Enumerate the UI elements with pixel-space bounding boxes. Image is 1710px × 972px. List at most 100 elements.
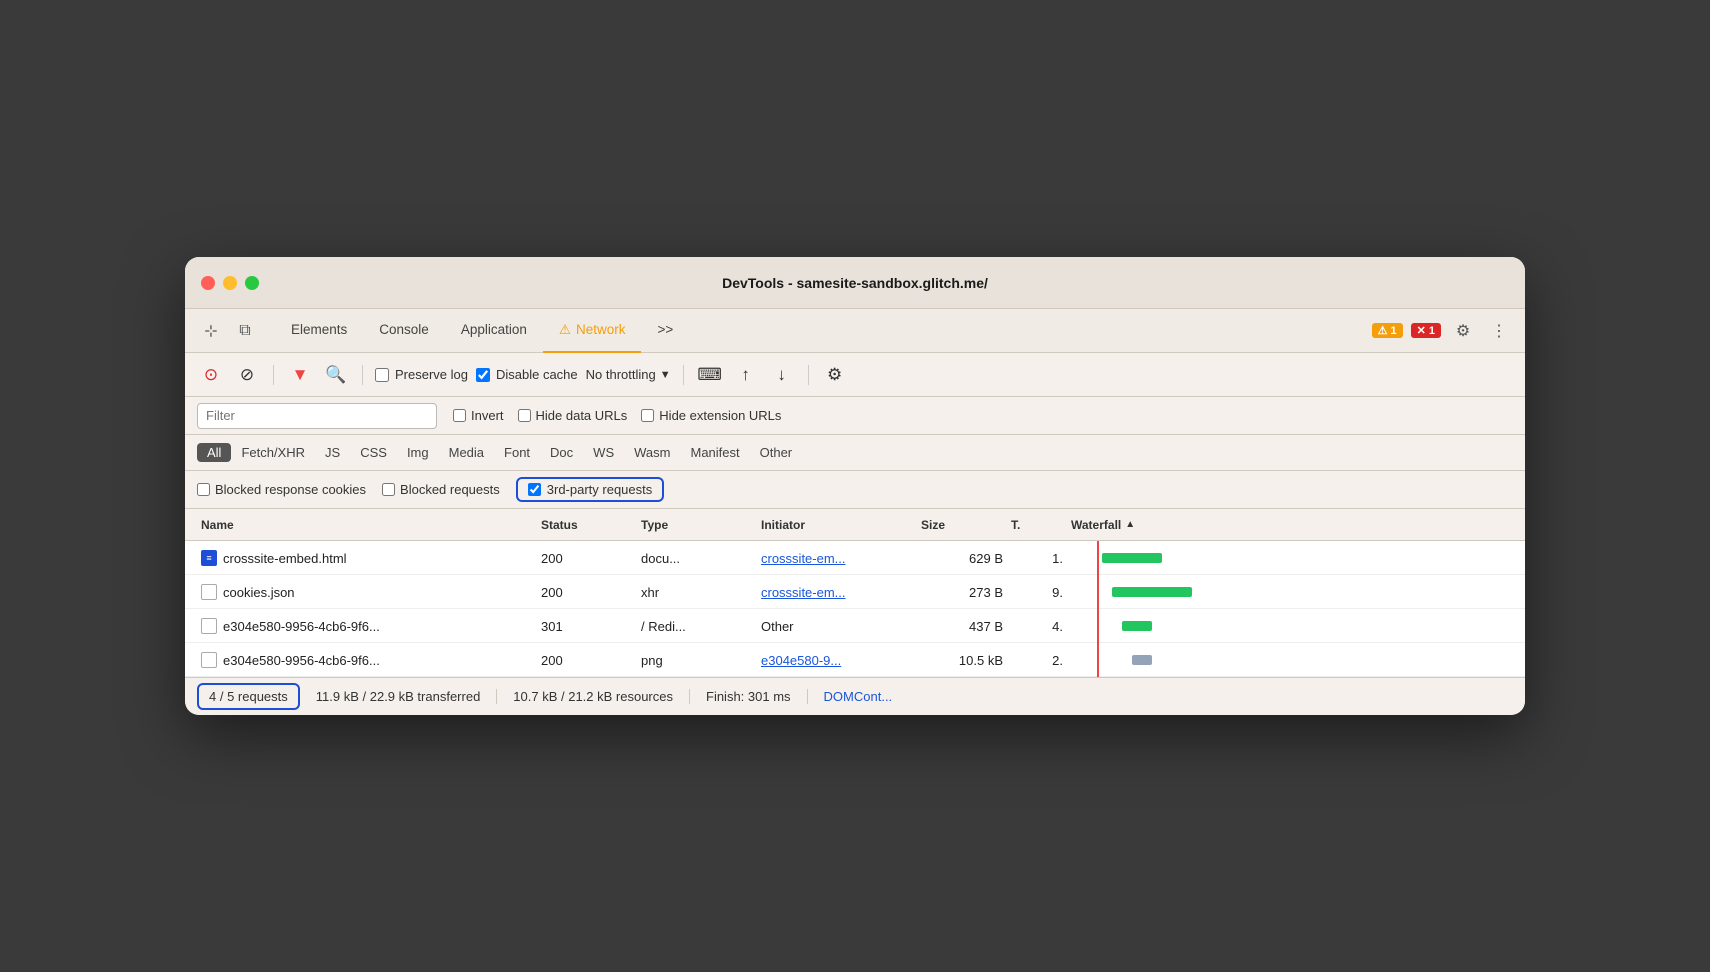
type-filter-all[interactable]: All (197, 443, 231, 462)
tab-bar-icons: ⊹ ⧉ (197, 317, 259, 345)
disable-cache-checkbox[interactable] (476, 368, 490, 382)
row-1-initiator[interactable]: crosssite-em... (757, 551, 917, 566)
table-row[interactable]: cookies.json 200 xhr crosssite-em... 273… (185, 575, 1525, 609)
disable-cache-label[interactable]: Disable cache (476, 367, 578, 382)
finish-time: Finish: 301 ms (706, 689, 808, 704)
device-toggle-icon[interactable]: ⧉ (231, 317, 259, 345)
preserve-log-label[interactable]: Preserve log (375, 367, 468, 382)
file-icon (201, 618, 217, 634)
inspect-icon[interactable]: ⊹ (197, 317, 225, 345)
hide-data-urls-label[interactable]: Hide data URLs (518, 408, 628, 423)
type-filter-media[interactable]: Media (439, 443, 494, 462)
tab-network[interactable]: ⚠ Network (543, 309, 642, 353)
blocked-row: Blocked response cookies Blocked request… (185, 471, 1525, 509)
th-status[interactable]: Status (537, 518, 637, 532)
th-initiator[interactable]: Initiator (757, 518, 917, 532)
dom-content: DOMCont... (824, 689, 909, 704)
row-2-type: xhr (637, 585, 757, 600)
type-filter-other[interactable]: Other (750, 443, 803, 462)
row-2-time: 9. (1007, 585, 1067, 600)
hide-data-urls-checkbox[interactable] (518, 409, 531, 422)
waterfall-line (1097, 643, 1099, 677)
throttle-caret-icon: ▼ (660, 369, 671, 381)
filter-input[interactable] (197, 403, 437, 429)
row-1-time: 1. (1007, 551, 1067, 566)
row-2-name: cookies.json (197, 584, 537, 600)
row-1-type: docu... (637, 551, 757, 566)
table-body: ≡ crosssite-embed.html 200 docu... cross… (185, 541, 1525, 677)
tab-more[interactable]: >> (641, 309, 689, 353)
row-2-size: 273 B (917, 585, 1007, 600)
waterfall-line (1097, 541, 1099, 575)
waterfall-bar (1102, 553, 1162, 563)
waterfall-bar (1112, 587, 1192, 597)
waterfall-line (1097, 609, 1099, 643)
th-size[interactable]: Size (917, 518, 1007, 532)
type-filter-js[interactable]: JS (315, 443, 350, 462)
file-icon (201, 584, 217, 600)
download-icon[interactable]: ↓ (768, 361, 796, 389)
search-button[interactable]: 🔍 (322, 361, 350, 389)
table-row[interactable]: ≡ crosssite-embed.html 200 docu... cross… (185, 541, 1525, 575)
filter-button[interactable]: ▼ (286, 361, 314, 389)
more-options-icon[interactable]: ⋮ (1485, 317, 1513, 345)
hide-extension-urls-label[interactable]: Hide extension URLs (641, 408, 781, 423)
type-filter-ws[interactable]: WS (583, 443, 624, 462)
invert-checkbox[interactable] (453, 409, 466, 422)
row-3-initiator: Other (757, 619, 917, 634)
stop-recording-button[interactable]: ⊙ (197, 361, 225, 389)
th-time[interactable]: T. (1007, 518, 1067, 532)
maximize-button[interactable] (245, 276, 259, 290)
row-4-time: 2. (1007, 653, 1067, 668)
th-waterfall[interactable]: Waterfall ▲ (1067, 518, 1513, 532)
type-filter-doc[interactable]: Doc (540, 443, 583, 462)
th-name[interactable]: Name (197, 518, 537, 532)
close-button[interactable] (201, 276, 215, 290)
third-party-requests-group: 3rd-party requests (516, 477, 665, 502)
type-filter-wasm[interactable]: Wasm (624, 443, 680, 462)
devtools-window: DevTools - samesite-sandbox.glitch.me/ ⊹… (185, 257, 1525, 715)
type-filter-font[interactable]: Font (494, 443, 540, 462)
separator-1 (273, 365, 274, 385)
sort-icon: ▲ (1125, 519, 1135, 530)
blocked-response-cookies-label[interactable]: Blocked response cookies (197, 482, 366, 497)
minimize-button[interactable] (223, 276, 237, 290)
th-type[interactable]: Type (637, 518, 757, 532)
invert-label[interactable]: Invert (453, 408, 504, 423)
type-filter-img[interactable]: Img (397, 443, 439, 462)
type-filter-row: All Fetch/XHR JS CSS Img Media Font Doc … (185, 435, 1525, 471)
tab-elements[interactable]: Elements (275, 309, 363, 353)
resources-size: 10.7 kB / 21.2 kB resources (513, 689, 690, 704)
row-2-initiator[interactable]: crosssite-em... (757, 585, 917, 600)
filter-options: Invert Hide data URLs Hide extension URL… (453, 408, 781, 423)
settings-network-icon[interactable]: ⚙ (821, 361, 849, 389)
separator-2 (362, 365, 363, 385)
row-4-initiator[interactable]: e304e580-9... (757, 653, 917, 668)
warning-badge: ⚠ 1 (1372, 323, 1403, 338)
blocked-requests-label[interactable]: Blocked requests (382, 482, 500, 497)
doc-icon: ≡ (201, 550, 217, 566)
separator-3 (683, 365, 684, 385)
clear-button[interactable]: ⊘ (233, 361, 261, 389)
type-filter-css[interactable]: CSS (350, 443, 397, 462)
blocked-requests-checkbox[interactable] (382, 483, 395, 496)
type-filter-fetch[interactable]: Fetch/XHR (231, 443, 315, 462)
hide-extension-urls-checkbox[interactable] (641, 409, 654, 422)
tab-bar-right: ⚠ 1 ✕ 1 ⚙ ⋮ (1372, 317, 1513, 345)
wifi-icon[interactable]: ⌨ (696, 361, 724, 389)
settings-icon[interactable]: ⚙ (1449, 317, 1477, 345)
third-party-requests-checkbox[interactable] (528, 483, 541, 496)
throttle-selector[interactable]: No throttling ▼ (586, 367, 671, 382)
type-filter-manifest[interactable]: Manifest (680, 443, 749, 462)
table-row[interactable]: e304e580-9956-4cb6-9f6... 200 png e304e5… (185, 643, 1525, 677)
row-4-type: png (637, 653, 757, 668)
row-3-time: 4. (1007, 619, 1067, 634)
row-1-size: 629 B (917, 551, 1007, 566)
preserve-log-checkbox[interactable] (375, 368, 389, 382)
upload-icon[interactable]: ↑ (732, 361, 760, 389)
blocked-response-cookies-checkbox[interactable] (197, 483, 210, 496)
file-icon (201, 652, 217, 668)
table-row[interactable]: e304e580-9956-4cb6-9f6... 301 / Redi... … (185, 609, 1525, 643)
tab-application[interactable]: Application (445, 309, 543, 353)
tab-console[interactable]: Console (363, 309, 445, 353)
